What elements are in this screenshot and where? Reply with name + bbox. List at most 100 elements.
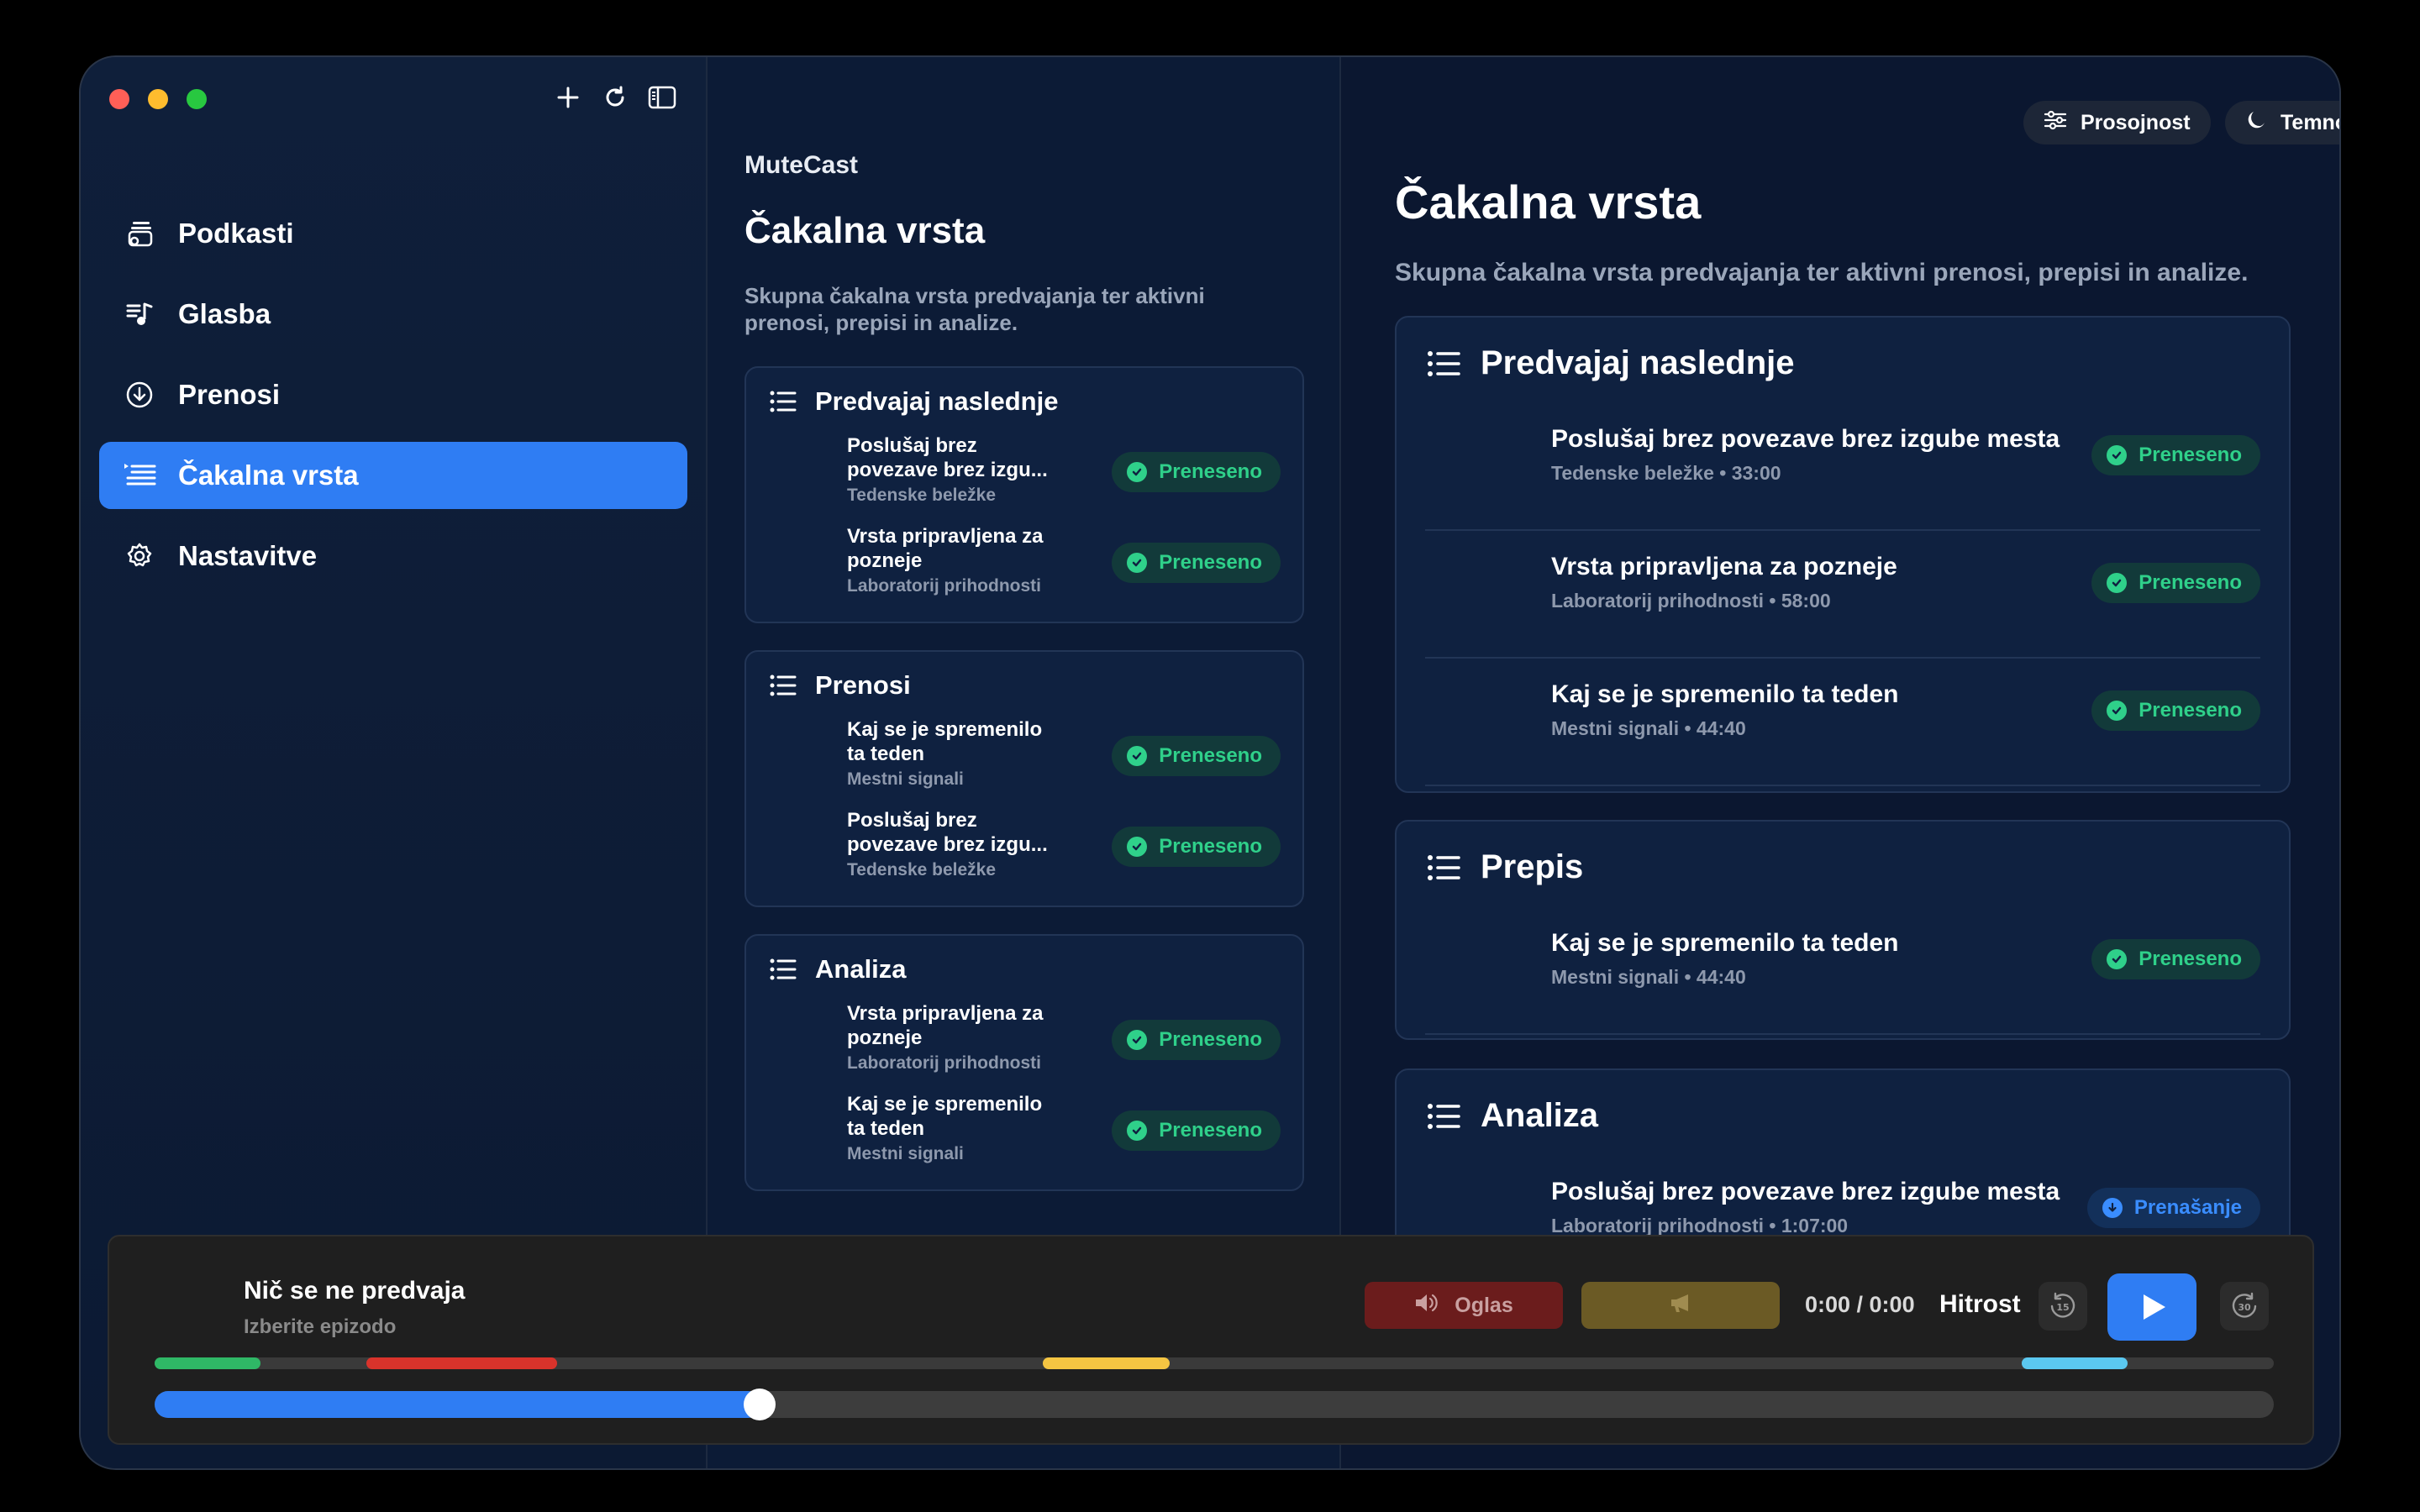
list-item[interactable]: Poslušaj brez povezave brez izgu... Tede…: [847, 433, 1281, 517]
sidebar-item-cakalna-vrsta[interactable]: Čakalna vrsta: [99, 442, 687, 509]
status-label: Preneseno: [1159, 1119, 1262, 1142]
section-card-prepis: Prepis Kaj se je spremenilo ta teden Mes…: [1395, 820, 2291, 1040]
section-title: Analiza: [815, 954, 907, 984]
sliders-icon: [2044, 110, 2067, 136]
status-label: Preneseno: [1159, 1028, 1262, 1051]
status-badge: Preneseno: [2091, 435, 2260, 475]
list-item[interactable]: Kaj se je spremenilo ta teden Mestni sig…: [1425, 659, 2260, 786]
list-item[interactable]: Vrsta pripravljena za pozneje Laboratori…: [1425, 531, 2260, 659]
refresh-icon[interactable]: [600, 82, 630, 113]
section-header: Predvajaj naslednje: [770, 386, 1058, 417]
sidebar-item-nastavitve[interactable]: Nastavitve: [99, 522, 687, 590]
list-icon: [1427, 850, 1462, 885]
check-icon: [2107, 445, 2128, 465]
episode-podcast: Tedenske beležke: [847, 486, 997, 505]
svg-text:30: 30: [2238, 1302, 2251, 1313]
status-label: Preneseno: [1159, 744, 1262, 767]
status-badge: Prenašanje: [2086, 1188, 2260, 1228]
status-badge: Preneseno: [2091, 939, 2260, 979]
list-item[interactable]: Kaj se je spremenilo ta teden Mestni sig…: [847, 1092, 1281, 1176]
check-icon: [1127, 837, 1148, 857]
sidebar-item-prenosi[interactable]: Prenosi: [99, 361, 687, 428]
check-icon: [1127, 462, 1148, 482]
chapter-segment-track[interactable]: [155, 1357, 2274, 1369]
sidebar-toolbar: [553, 82, 677, 113]
player-bar: Nič se ne predvaja Izberite epizodo Ogla…: [108, 1235, 2314, 1445]
episode-podcast: Laboratorij prihodnosti: [847, 576, 1041, 596]
zoom-window-button[interactable]: [187, 89, 207, 109]
list-item[interactable]: Vrsta pripravljena za pozneje Laboratori…: [847, 524, 1281, 608]
check-icon: [2107, 949, 2128, 969]
chapter-segment[interactable]: [155, 1357, 261, 1369]
chapter-segment[interactable]: [2021, 1357, 2128, 1369]
list-item[interactable]: Kaj se je spremenilo ta teden Mestni sig…: [847, 717, 1281, 801]
minimize-window-button[interactable]: [148, 89, 168, 109]
chapter-segment[interactable]: [1042, 1357, 1171, 1369]
skip-back-button[interactable]: 15: [2039, 1282, 2087, 1331]
episode-podcast: Laboratorij prihodnosti: [847, 1053, 1041, 1073]
ad-button[interactable]: Oglas: [1365, 1282, 1563, 1329]
skip-forward-30-icon: 30: [2232, 1292, 2257, 1318]
section-card-predvajaj-naslednje: Predvajaj naslednje Poslušaj brez poveza…: [1395, 316, 2291, 793]
status-badge: Preneseno: [1112, 736, 1281, 776]
episode-meta: Tedenske beležke • 33:00: [1551, 462, 1781, 484]
list-item[interactable]: Kaj se je spremenilo ta teden Mestni sig…: [1425, 907, 2260, 1035]
play-button[interactable]: [2107, 1273, 2196, 1341]
episode-meta: Mestni signali • 44:40: [1551, 717, 1746, 739]
status-badge: Preneseno: [2091, 690, 2260, 731]
episode-title: Poslušaj brez povezave brez izgu...: [847, 434, 1048, 481]
window-controls: [109, 89, 207, 109]
section-title: Prepis: [1481, 848, 1584, 885]
megaphone-icon: [1668, 1292, 1693, 1320]
status-badge: Preneseno: [1112, 1020, 1281, 1060]
announcement-button[interactable]: [1581, 1282, 1780, 1329]
episode-title: Poslušaj brez povezave brez izgube mesta: [1551, 1178, 2060, 1205]
sidebar-toggle-icon[interactable]: [647, 82, 677, 113]
chapter-segment[interactable]: [366, 1357, 558, 1369]
podcasts-icon: [123, 217, 156, 250]
check-icon: [2107, 573, 2128, 593]
section-title: Predvajaj naslednje: [815, 386, 1059, 416]
episode-title: Vrsta pripravljena za pozneje: [1551, 553, 1897, 580]
check-icon: [1127, 746, 1148, 766]
moon-icon: [2245, 109, 2267, 137]
status-label: Preneseno: [2139, 571, 2242, 594]
episode-title: Kaj se je spremenilo ta teden: [847, 718, 1043, 765]
close-window-button[interactable]: [109, 89, 129, 109]
now-playing-subtitle: Izberite epizodo: [244, 1315, 397, 1338]
skip-forward-button[interactable]: 30: [2220, 1282, 2269, 1331]
list-icon: [770, 671, 798, 700]
list-icon: [770, 387, 798, 416]
music-icon: [123, 297, 156, 331]
plus-icon[interactable]: [553, 82, 583, 113]
detail-title: Čakalna vrsta: [1395, 176, 1702, 228]
skip-back-15-icon: 15: [2050, 1292, 2075, 1318]
sidebar-item-label: Prenosi: [178, 379, 281, 410]
list-item[interactable]: Vrsta pripravljena za pozneje Laboratori…: [847, 1001, 1281, 1085]
status-label: Preneseno: [2139, 699, 2242, 722]
status-label: Preneseno: [1159, 460, 1262, 483]
list-icon: [1427, 346, 1462, 381]
episode-podcast: Tedenske beležke: [847, 860, 997, 879]
svg-text:15: 15: [2056, 1302, 2069, 1313]
section-card-prenosi: Prenosi Kaj se je spremenilo ta teden Me…: [744, 650, 1304, 907]
episode-meta: Laboratorij prihodnosti • 58:00: [1551, 590, 1831, 612]
episode-meta: Laboratorij prihodnosti • 1:07:00: [1551, 1215, 1849, 1236]
now-playing-title: Nič se ne predvaja: [244, 1277, 466, 1305]
list-item[interactable]: Poslušaj brez povezave brez izgu... Tede…: [847, 808, 1281, 892]
check-icon: [1127, 553, 1148, 573]
transparency-button[interactable]: Prosojnost: [2023, 101, 2211, 144]
theme-button[interactable]: Temno: [2225, 101, 2339, 144]
speed-button[interactable]: Hitrost: [1939, 1290, 2021, 1319]
time-readout: 0:00 / 0:00: [1805, 1292, 1915, 1317]
status-badge: Preneseno: [1112, 452, 1281, 492]
episode-title: Vrsta pripravljena za pozneje: [847, 1002, 1044, 1049]
status-label: Preneseno: [1159, 835, 1262, 858]
sidebar-item-glasba[interactable]: Glasba: [99, 281, 687, 348]
episode-title: Kaj se je spremenilo ta teden: [847, 1093, 1043, 1140]
playback-progress-slider[interactable]: [155, 1389, 2274, 1420]
sidebar-item-podkasti[interactable]: Podkasti: [99, 200, 687, 267]
list-item[interactable]: Poslušaj brez povezave brez izgube mesta…: [1425, 403, 2260, 531]
progress-knob[interactable]: [744, 1389, 776, 1420]
status-label: Prenašanje: [2133, 1196, 2242, 1219]
